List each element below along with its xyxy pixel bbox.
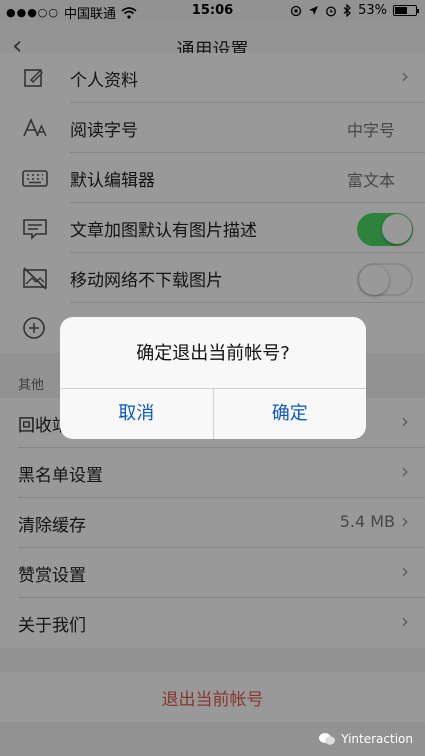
cancel-button[interactable]: 取消 — [60, 389, 214, 439]
dialog-button-bar: 取消 确定 — [60, 388, 366, 439]
watermark-text: Yinteraction — [341, 732, 413, 746]
logout-confirm-dialog: 确定退出当前帐号? 取消 确定 — [60, 317, 366, 439]
wechat-logo-icon — [318, 732, 336, 746]
confirm-button[interactable]: 确定 — [214, 389, 367, 439]
dialog-message: 确定退出当前帐号? — [136, 343, 290, 364]
watermark: Yinteraction — [318, 732, 413, 746]
